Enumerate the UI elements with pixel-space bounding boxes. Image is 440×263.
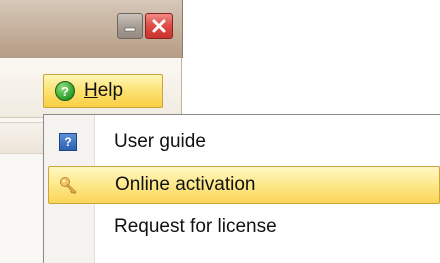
menu-item-user-guide[interactable]: ? User guide [48,123,440,161]
content-background [0,118,43,263]
help-menu[interactable]: ? Help [43,74,163,108]
user-guide-icon: ? [58,132,78,152]
help-dropdown-menu: ? User guide Online activation Request f… [43,114,440,263]
menu-bar: ? Help [0,58,182,118]
content-header-band [0,122,43,154]
close-button[interactable] [145,13,173,39]
menu-item-online-activation[interactable]: Online activation [48,166,440,204]
help-menu-label: Help [84,80,123,102]
key-icon [59,175,79,195]
menu-item-label: User guide [114,131,206,152]
help-label-rest: elp [97,80,124,101]
menu-item-label: Request for license [114,216,277,237]
window-titlebar [0,0,183,58]
help-icon: ? [55,81,75,101]
minimize-button[interactable] [117,13,143,39]
help-mnemonic: H [84,80,98,101]
menu-item-request-license[interactable]: Request for license [48,208,440,246]
close-icon [152,19,166,33]
menu-item-label: Online activation [115,174,256,195]
minimize-icon [124,27,136,32]
